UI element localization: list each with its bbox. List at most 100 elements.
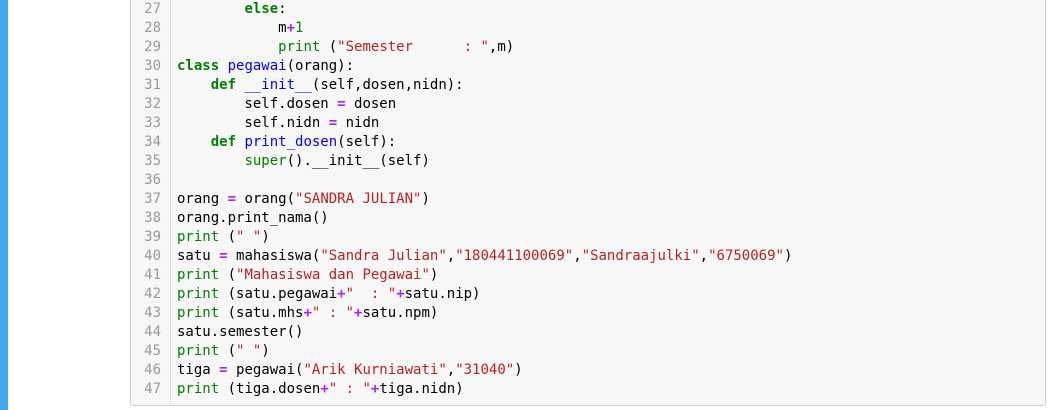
code-line[interactable]: 35 super().__init__(self): [131, 152, 1045, 171]
code-text: def __init__(self,dosen,nidn):: [177, 76, 464, 95]
code-token: +: [396, 286, 405, 302]
code-line[interactable]: 33 self.nidn = nidn: [131, 114, 1045, 133]
code-token: def: [210, 77, 237, 93]
code-token: (self,dosen,nidn):: [311, 77, 464, 93]
line-number: 33: [144, 115, 161, 131]
code-token: nidn: [337, 115, 380, 131]
code-token: print: [177, 229, 220, 245]
code-line[interactable]: 29 print ("Semester : ",m): [131, 38, 1045, 57]
code-token: ): [514, 362, 523, 378]
code-token: tiga.nidn): [379, 381, 464, 397]
code-token: ,: [573, 248, 582, 264]
code-line[interactable]: 32 self.dosen = dosen: [131, 95, 1045, 114]
line-number: 27: [144, 1, 161, 17]
code-token: mahasiswa(: [227, 248, 321, 264]
code-text: satu.semester(): [177, 323, 303, 342]
code-line[interactable]: 41 print ("Mahasiswa dan Pegawai"): [131, 266, 1045, 285]
code-token: +: [337, 286, 346, 302]
code-token: (satu.mhs: [219, 305, 304, 321]
code-line[interactable]: 36: [131, 171, 1045, 190]
code-token: tiga: [177, 362, 220, 378]
code-token: " : ": [345, 286, 397, 302]
line-number: 46: [144, 362, 161, 378]
code-editor[interactable]: 27 else: 28 m+1 29 print ("Semester : ",m)…: [131, 0, 1045, 399]
code-line[interactable]: 42 print (satu.pegawai+" : "+satu.nip): [131, 285, 1045, 304]
code-line[interactable]: 38 orang.print_nama(): [131, 209, 1045, 228]
code-cell[interactable]: 27 else: 28 m+1 29 print ("Semester : ",m)…: [130, 0, 1046, 406]
code-text: print (satu.pegawai+" : "+satu.nip): [177, 285, 480, 304]
code-line[interactable]: 27 else:: [131, 0, 1045, 19]
code-line[interactable]: 39 print (" "): [131, 228, 1045, 247]
code-token: (self):: [337, 134, 397, 150]
line-number: 30: [144, 58, 161, 74]
code-line[interactable]: 40 satu = mahasiswa("Sandra Julian","1804…: [131, 247, 1045, 266]
code-text: m+1: [177, 19, 303, 38]
code-token: satu: [177, 248, 220, 264]
code-token: +: [303, 305, 312, 321]
code-line[interactable]: 46 tiga = pegawai("Arik Kurniawati","3104…: [131, 361, 1045, 380]
line-number: 44: [144, 324, 161, 340]
code-token: m: [177, 20, 287, 36]
code-token: print_dosen: [244, 134, 338, 150]
code-text: orang = orang("SANDRA JULIAN"): [177, 190, 430, 209]
code-token: "Semester : ": [337, 39, 489, 55]
code-token: ,m): [488, 39, 515, 55]
code-text: class pegawai(orang):: [177, 57, 354, 76]
line-number: 43: [144, 305, 161, 321]
code-text: self.nidn = nidn: [177, 114, 379, 133]
code-token: ): [429, 267, 439, 283]
code-token: __init__: [244, 77, 312, 93]
code-token: dosen: [345, 96, 397, 112]
code-token: ): [261, 229, 270, 245]
code-text: print ("Mahasiswa dan Pegawai"): [177, 266, 438, 285]
code-token: =: [219, 248, 228, 264]
code-line[interactable]: 45 print (" "): [131, 342, 1045, 361]
code-line[interactable]: 44 satu.semester(): [131, 323, 1045, 342]
code-token: (orang):: [286, 58, 355, 74]
code-token: else: [244, 1, 279, 17]
code-token: (tiga.dosen: [219, 381, 321, 397]
line-number: 31: [144, 77, 161, 93]
code-text: print ("Semester : ",m): [177, 38, 514, 57]
line-number: 32: [144, 96, 161, 112]
code-token: pegawai: [227, 58, 287, 74]
code-token: orang: [177, 191, 228, 207]
code-token: ): [783, 248, 793, 264]
line-number: 35: [144, 153, 161, 169]
line-number: 45: [144, 343, 161, 359]
code-token: 1: [295, 20, 304, 36]
code-text: print (satu.mhs+" : "+satu.npm): [177, 304, 438, 323]
notebook-page: 27 else: 28 m+1 29 print ("Semester : ",m)…: [0, 0, 1048, 410]
code-token: print: [177, 343, 220, 359]
code-token: satu.npm): [362, 305, 439, 321]
code-text: print (tiga.dosen+" : "+tiga.nidn): [177, 380, 464, 399]
code-line[interactable]: 47 print (tiga.dosen+" : "+tiga.nidn): [131, 380, 1045, 399]
code-token: =: [328, 115, 338, 131]
code-line[interactable]: 30 class pegawai(orang):: [131, 57, 1045, 76]
code-token: "Sandraajulki": [581, 248, 700, 264]
code-token: (satu.pegawai: [219, 286, 338, 302]
code-text: print (" "): [177, 228, 270, 247]
code-token: " : ": [311, 305, 355, 321]
code-token: "Sandra Julian": [320, 248, 447, 264]
code-text: def print_dosen(self):: [177, 133, 396, 152]
line-number: 36: [144, 172, 161, 188]
code-line[interactable]: 28 m+1: [131, 19, 1045, 38]
code-token: orang(: [236, 191, 296, 207]
line-number: 39: [144, 229, 161, 245]
code-line[interactable]: 37 orang = orang("SANDRA JULIAN"): [131, 190, 1045, 209]
line-number: 28: [144, 20, 161, 36]
line-number: 47: [144, 381, 161, 397]
code-token: "Mahasiswa dan Pegawai": [236, 267, 430, 283]
code-token: class: [177, 58, 220, 74]
code-token: " : ": [328, 381, 371, 397]
code-line[interactable]: 31 def __init__(self,dosen,nidn):: [131, 76, 1045, 95]
code-line[interactable]: 34 def print_dosen(self):: [131, 133, 1045, 152]
code-line[interactable]: 43 print (satu.mhs+" : "+satu.npm): [131, 304, 1045, 323]
code-token: "Arik Kurniawati": [303, 362, 447, 378]
code-token: +: [320, 381, 329, 397]
